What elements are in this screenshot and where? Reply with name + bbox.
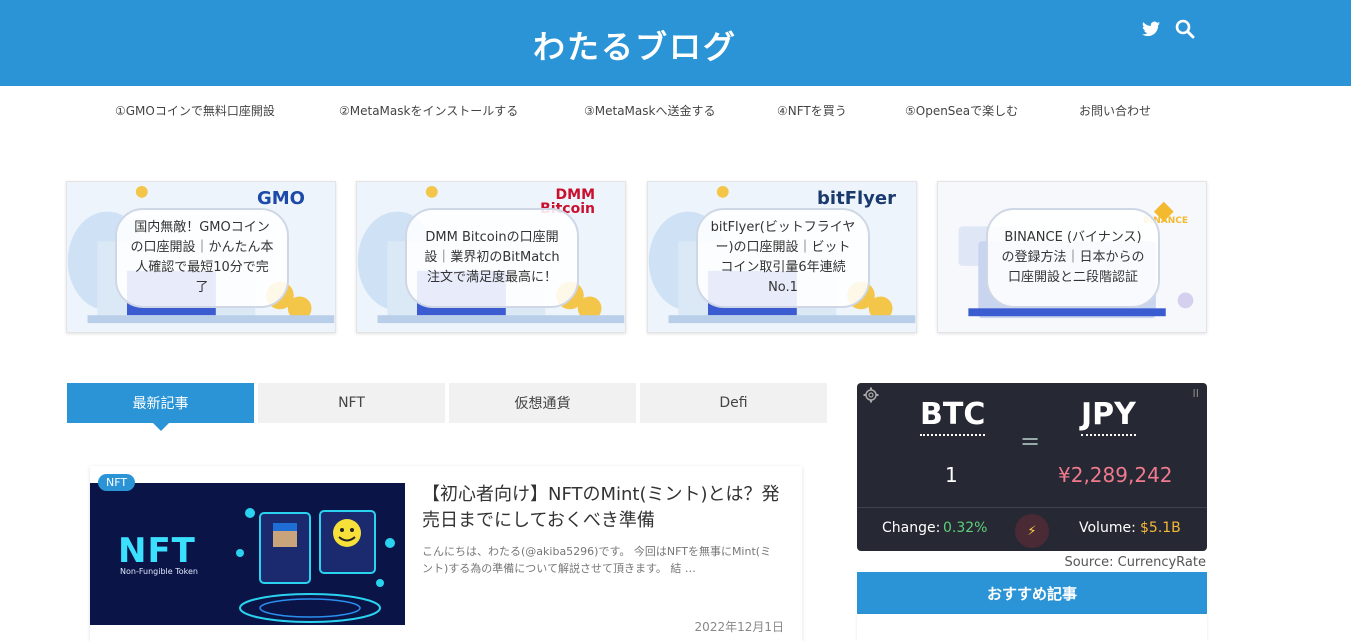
- change-label: Change:: [882, 520, 941, 536]
- article-thumbnail[interactable]: NFT Non-Fungible Token: [90, 483, 405, 625]
- nav-item-opensea[interactable]: ⑤OpenSeaで楽しむ: [905, 102, 1018, 119]
- lightning-icon[interactable]: ⚡: [1015, 514, 1049, 548]
- nav-item-gmo[interactable]: ①GMOコインで無料口座開設: [115, 102, 275, 119]
- nav-item-metamask-send[interactable]: ③MetaMaskへ送金する: [584, 102, 715, 119]
- tab-defi[interactable]: Defi: [640, 383, 827, 423]
- recommended-header: おすすめ記事: [857, 572, 1207, 614]
- site-header: わたるブログ: [0, 0, 1351, 86]
- article-date: 2022年12月1日: [694, 620, 784, 634]
- widget-divider: [857, 507, 1207, 508]
- article-card[interactable]: NFT NFT Non-Fungible Token 【初心者向け】NFTのMi…: [90, 466, 802, 641]
- from-currency[interactable]: BTC: [920, 397, 986, 436]
- tab-latest[interactable]: 最新記事: [67, 383, 254, 431]
- tab-nft[interactable]: NFT: [258, 383, 445, 423]
- card-text: 国内無敵！GMOコインの口座開設｜かんたん本人確認で最短10分で完了: [115, 208, 289, 308]
- change-value: 0.32%: [943, 520, 988, 536]
- currency-converter-widget: II BTC = JPY 1 ¥2,289,242 Change: 0.32% …: [857, 383, 1207, 551]
- nav-item-contact[interactable]: お問い合わせ: [1079, 102, 1151, 119]
- search-icon[interactable]: [1174, 18, 1196, 40]
- article-excerpt: こんにちは、わたる(@akiba5296)です。 今回はNFTを無事にMint(…: [422, 545, 772, 575]
- gmo-logo: GMO: [257, 188, 305, 209]
- to-currency[interactable]: JPY: [1081, 397, 1136, 436]
- bitflyer-logo: bitFlyer: [817, 188, 896, 209]
- category-badge[interactable]: NFT: [98, 474, 136, 491]
- header-icons: [1140, 18, 1196, 40]
- feature-card-binance[interactable]: BINANCE BINANCE (バイナンス) の登録方法｜日本からの口座開設と…: [937, 181, 1207, 333]
- article-title[interactable]: 【初心者向け】NFTのMint(ミント)とは？発売日までにしておくべき準備: [422, 482, 792, 534]
- gear-icon[interactable]: [863, 387, 879, 407]
- card-text: BINANCE (バイナンス) の登録方法｜日本からの口座開設と二段階認証: [986, 208, 1160, 308]
- from-amount: 1: [945, 463, 958, 487]
- widget-source[interactable]: Source: CurrencyRate: [1064, 555, 1206, 570]
- feature-card-bitflyer[interactable]: bitFlyer bitFlyer(ビットフライヤー)の口座開設｜ビットコイン取…: [647, 181, 917, 333]
- volume-label: Volume:: [1079, 520, 1136, 536]
- pause-icon[interactable]: II: [1193, 387, 1200, 400]
- site-title[interactable]: わたるブログ: [0, 22, 1270, 68]
- volume-value: $5.1B: [1140, 520, 1181, 536]
- thumbnail-subtitle: Non-Fungible Token: [120, 567, 198, 576]
- feature-card-dmm[interactable]: DMM Bitcoin DMM Bitcoinの口座開設｜業界初のBitMatc…: [356, 181, 626, 333]
- feature-card-gmo[interactable]: GMO 国内無敵！GMOコインの口座開設｜かんたん本人確認で最短10分で完了: [66, 181, 336, 333]
- global-nav: ①GMOコインで無料口座開設 ②MetaMaskをインストールする ③MetaM…: [0, 86, 1351, 134]
- equals-sign: =: [1020, 427, 1041, 455]
- article-tabs: 最新記事 NFT 仮想通貨 Defi: [67, 383, 827, 431]
- tab-crypto[interactable]: 仮想通貨: [449, 383, 636, 423]
- recommended-body: [857, 614, 1207, 641]
- twitter-icon[interactable]: [1140, 18, 1162, 40]
- card-text: DMM Bitcoinの口座開設｜業界初のBitMatch注文で満足度最高に！: [405, 208, 579, 308]
- nav-item-buy-nft[interactable]: ④NFTを買う: [777, 102, 847, 119]
- card-text: bitFlyer(ビットフライヤー)の口座開設｜ビットコイン取引量6年連続No.…: [696, 208, 870, 308]
- converted-amount: ¥2,289,242: [1058, 463, 1173, 487]
- thumbnail-nft-text: NFT: [118, 531, 196, 571]
- nav-item-metamask-install[interactable]: ②MetaMaskをインストールする: [339, 102, 518, 119]
